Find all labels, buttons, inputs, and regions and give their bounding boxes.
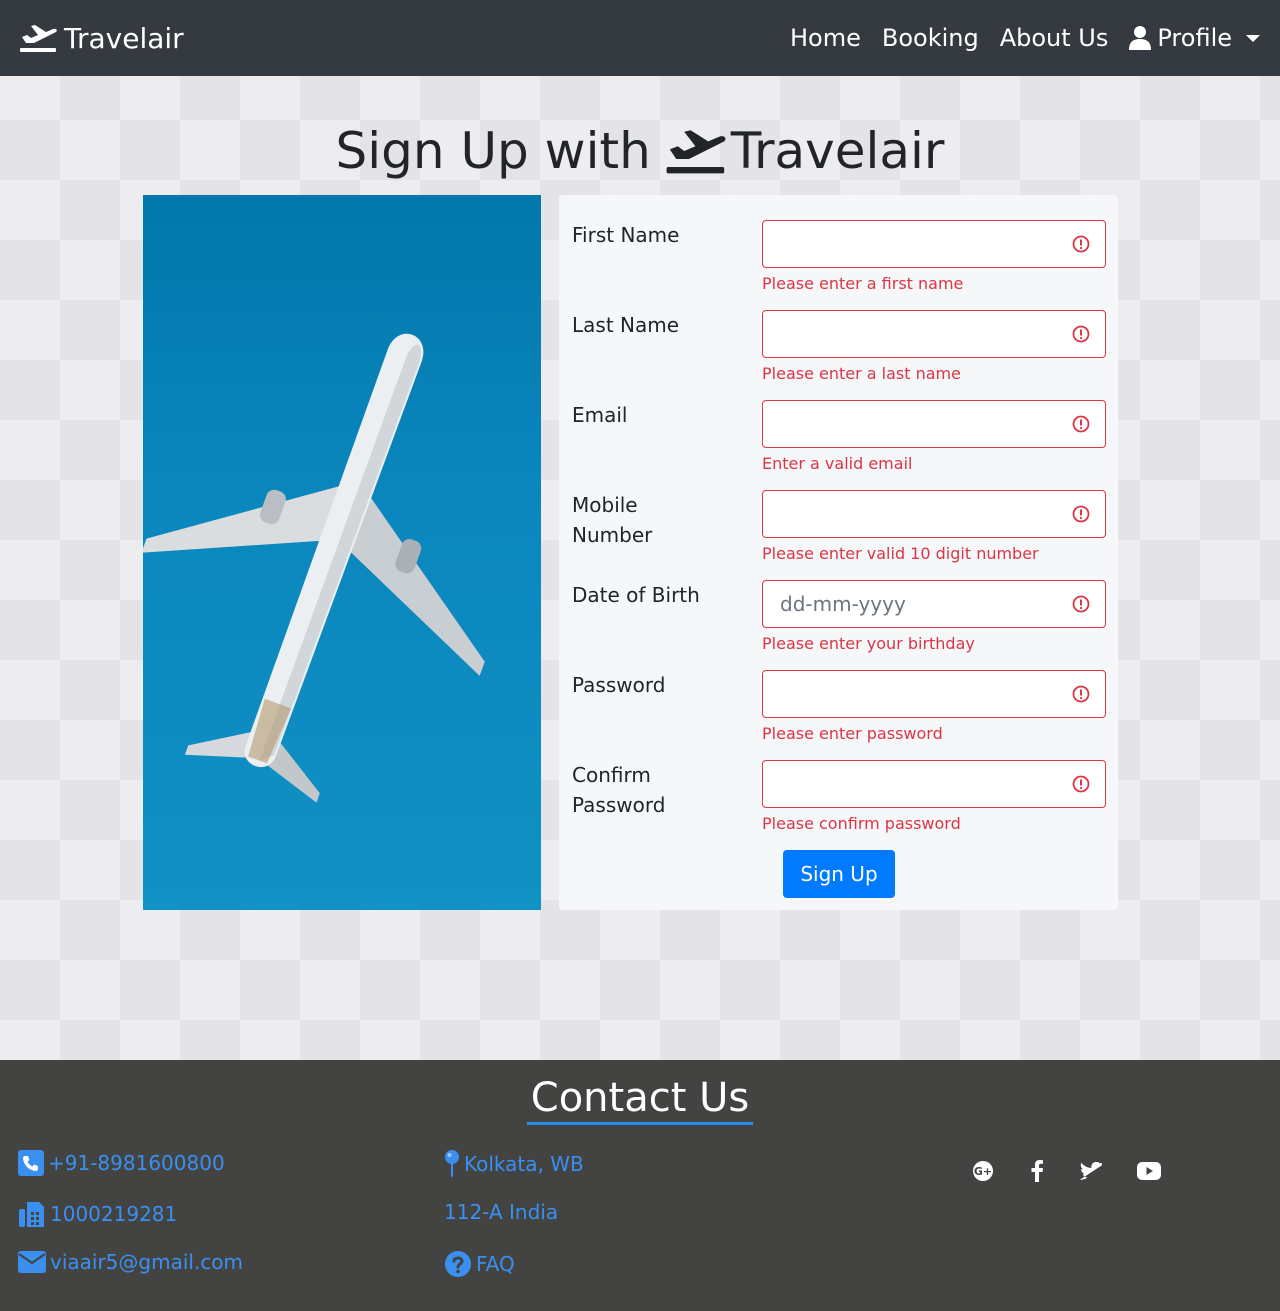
- email-text: viaair5@gmail.com: [50, 1250, 244, 1274]
- location-link[interactable]: Kolkata, WB: [444, 1150, 584, 1178]
- confirm-password-input[interactable]: [762, 760, 1106, 808]
- dob-input[interactable]: [762, 580, 1106, 628]
- facebook-icon[interactable]: [1025, 1159, 1049, 1183]
- twitter-icon[interactable]: [1079, 1159, 1103, 1183]
- footer-title: Contact Us: [0, 1074, 1280, 1125]
- contact-us-heading: Contact Us: [526, 1074, 754, 1125]
- nav-about-us[interactable]: About Us: [1000, 24, 1109, 52]
- signup-form: First Name Please enter a first name Las…: [559, 195, 1118, 910]
- brand-text: Travelair: [64, 21, 184, 55]
- alert-circle-icon: [1072, 325, 1090, 343]
- form-row-first-name: First Name Please enter a first name: [559, 220, 1118, 310]
- envelope-icon: [18, 1251, 46, 1273]
- nav-profile-dropdown[interactable]: Profile: [1129, 24, 1260, 52]
- last-name-input[interactable]: [762, 310, 1106, 358]
- airplane-image: [143, 195, 541, 910]
- form-row-dob: Date of Birth Please enter your birthday: [559, 580, 1118, 670]
- plane-departure-icon: [666, 130, 726, 174]
- confirm-password-error: Please confirm password: [762, 814, 961, 833]
- password-error: Please enter password: [762, 724, 943, 743]
- phone-text: +91-8981600800: [48, 1151, 225, 1175]
- google-plus-icon[interactable]: G+: [971, 1159, 995, 1183]
- sign-up-button[interactable]: Sign Up: [783, 850, 895, 898]
- navbar: Travelair Home Booking About Us Profile: [0, 0, 1280, 76]
- first-name-label: First Name: [572, 223, 680, 247]
- brand-link[interactable]: Travelair: [20, 22, 184, 55]
- location-text: Kolkata, WB: [464, 1152, 584, 1176]
- fax-link[interactable]: 1000219281: [18, 1200, 177, 1228]
- fax-text: 1000219281: [50, 1202, 178, 1226]
- nav-profile-label: Profile: [1157, 24, 1232, 52]
- youtube-icon[interactable]: [1137, 1159, 1161, 1183]
- password-input[interactable]: [762, 670, 1106, 718]
- form-row-password: Password Please enter password: [559, 670, 1118, 760]
- form-row-confirm-password: Confirm Password Please confirm password: [559, 760, 1118, 850]
- phone-square-icon: [18, 1150, 44, 1176]
- alert-circle-icon: [1072, 415, 1090, 433]
- alert-circle-icon: [1072, 775, 1090, 793]
- form-row-last-name: Last Name Please enter a last name: [559, 310, 1118, 400]
- alert-circle-icon: [1072, 235, 1090, 253]
- dob-error: Please enter your birthday: [762, 634, 975, 653]
- faq-link[interactable]: FAQ: [444, 1250, 515, 1278]
- alert-circle-icon: [1072, 505, 1090, 523]
- page-title-prefix: Sign Up with: [335, 122, 651, 180]
- email-error: Enter a valid email: [762, 454, 913, 473]
- caret-down-icon: [1246, 34, 1260, 42]
- confirm-password-label: Confirm Password: [572, 763, 666, 817]
- email-link[interactable]: viaair5@gmail.com: [18, 1250, 243, 1274]
- alert-circle-icon: [1072, 595, 1090, 613]
- question-circle-icon: [445, 1251, 471, 1277]
- page-title: Sign Up with Travelair: [0, 122, 1280, 180]
- nav-home[interactable]: Home: [790, 24, 861, 52]
- address-link[interactable]: 112-A India: [444, 1200, 558, 1224]
- alert-circle-icon: [1072, 685, 1090, 703]
- form-row-email: Email Enter a valid email: [559, 400, 1118, 490]
- mobile-input[interactable]: [762, 490, 1106, 538]
- footer: Contact Us +91-8981600800 1000219281 via…: [0, 1060, 1280, 1311]
- nav-booking[interactable]: Booking: [882, 24, 979, 52]
- last-name-label: Last Name: [572, 313, 680, 337]
- mobile-label: Mobile Number: [572, 493, 653, 547]
- address-text: 112-A India: [444, 1200, 559, 1224]
- nav-links: Home Booking About Us Profile: [769, 24, 1260, 52]
- email-input[interactable]: [762, 400, 1106, 448]
- last-name-error: Please enter a last name: [762, 364, 961, 383]
- svg-text:G+: G+: [974, 1165, 992, 1178]
- map-pin-icon: [445, 1150, 459, 1177]
- mobile-error: Please enter valid 10 digit number: [762, 544, 1039, 563]
- email-label: Email: [572, 403, 628, 427]
- plane-departure-icon: [20, 25, 57, 52]
- dob-label: Date of Birth: [572, 583, 700, 607]
- fax-icon: [19, 1202, 44, 1227]
- first-name-input[interactable]: [762, 220, 1106, 268]
- page-title-brand: Travelair: [730, 122, 945, 180]
- faq-text: FAQ: [476, 1252, 515, 1276]
- user-icon: [1129, 26, 1152, 50]
- form-row-mobile: Mobile Number Please enter valid 10 digi…: [559, 490, 1118, 580]
- password-label: Password: [572, 673, 666, 697]
- first-name-error: Please enter a first name: [762, 274, 964, 293]
- phone-link[interactable]: +91-8981600800: [18, 1150, 225, 1176]
